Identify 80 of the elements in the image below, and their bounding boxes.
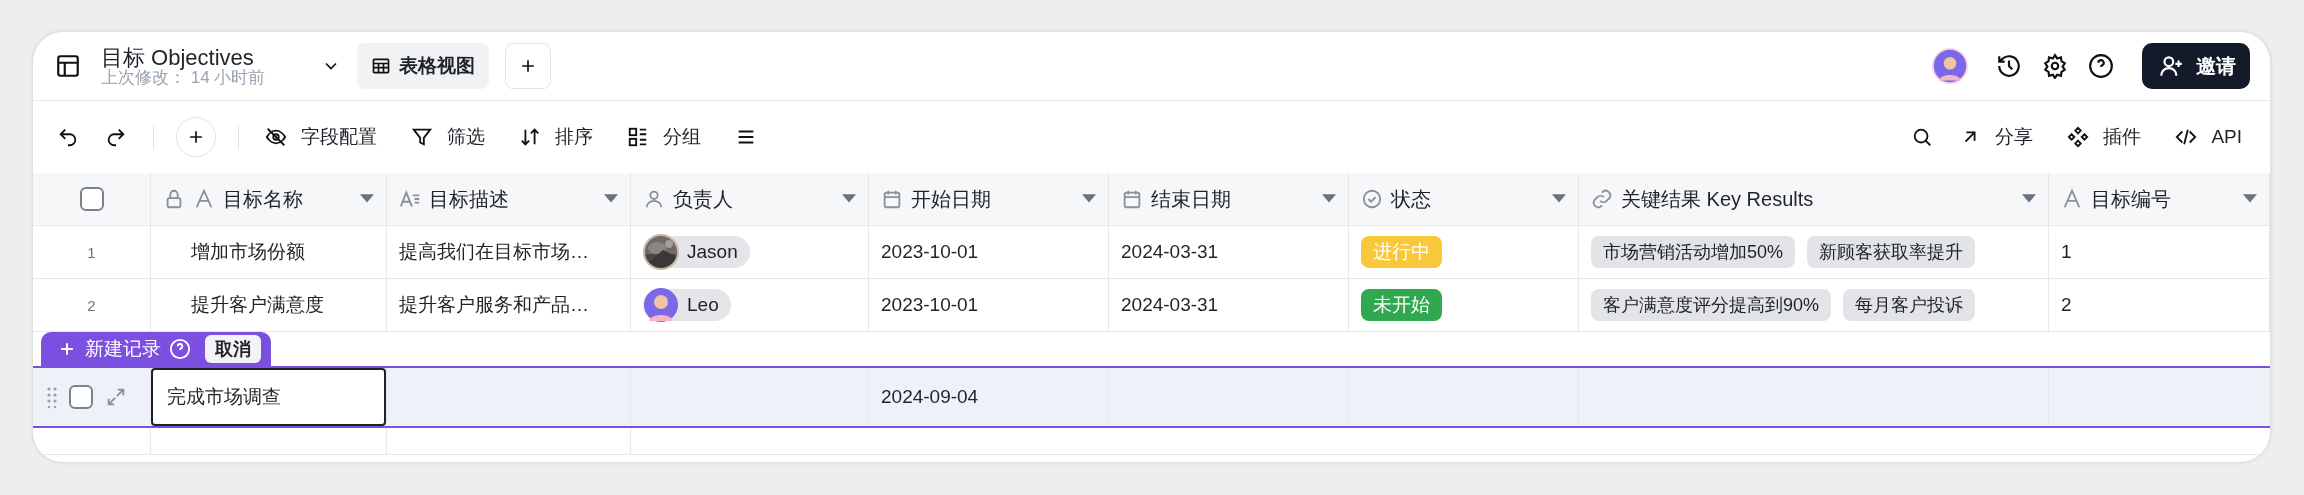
column-header[interactable]: 目标描述 (387, 173, 631, 225)
table-cell-text: 提升客户满意度 (191, 293, 324, 317)
table-cell: 2023-10-01 (881, 294, 979, 316)
column-header[interactable]: 目标编号 (2049, 173, 2270, 225)
table-cell: 2024-09-04 (881, 386, 979, 408)
caret-icon[interactable] (1322, 194, 1336, 204)
cancel-button[interactable]: 取消 (205, 335, 261, 363)
letter-a-icon (2061, 188, 2083, 210)
undo-icon[interactable] (57, 126, 79, 148)
table-cell: 1 (2061, 241, 2072, 263)
column-header[interactable]: 开始日期 (869, 173, 1109, 225)
history-icon[interactable] (1996, 53, 2022, 79)
person-icon (643, 188, 665, 210)
avatar-icon[interactable] (1932, 48, 1968, 84)
add-view-button[interactable] (505, 43, 552, 89)
key-result-tag: 每月客户投诉 (1843, 289, 1976, 321)
table-cell-text: 增加市场份额 (191, 240, 305, 264)
owner-chip: Leo (643, 289, 731, 321)
column-header[interactable]: 状态 (1349, 173, 1579, 225)
caret-icon[interactable] (1552, 194, 1566, 204)
toolbar-button[interactable]: 分组 (627, 124, 701, 150)
column-header[interactable]: 关键结果 Key Results (1579, 173, 2049, 225)
settings-icon[interactable] (2042, 53, 2068, 79)
base-title: 目标 Objectives (101, 45, 254, 69)
toolbar-button[interactable]: 分享 (1959, 124, 2034, 150)
owner-chip: Jason (643, 236, 750, 268)
select-all-checkbox[interactable] (79, 187, 104, 211)
row-checkbox[interactable] (69, 385, 93, 409)
table-cell: 2 (2061, 294, 2072, 316)
column-header[interactable]: 结束日期 (1109, 173, 1349, 225)
toolbar-button[interactable]: 字段配置 (265, 124, 377, 150)
calendar-icon (1121, 188, 1143, 210)
view-tab[interactable]: 表格视图 (357, 43, 490, 89)
key-result-tag: 市场营销活动增加50% (1591, 236, 1796, 268)
invite-button[interactable]: 邀请 (2142, 43, 2250, 89)
link-icon (1591, 188, 1613, 210)
table-cell: 2024-03-31 (1121, 294, 1219, 316)
check-circle-icon (1361, 188, 1383, 210)
name-input-field[interactable]: 完成市场调查 (151, 368, 386, 426)
sort-arrows-icon (519, 126, 541, 148)
key-result-tag: 客户满意度评分提高到90% (1591, 289, 1832, 321)
diamonds-icon (2067, 126, 2090, 148)
caret-icon[interactable] (604, 194, 618, 204)
text-lines-icon (399, 188, 421, 210)
calendar-icon (881, 188, 903, 210)
caret-icon[interactable] (2243, 194, 2257, 204)
table-cell: 2023-10-01 (881, 241, 979, 263)
search-icon[interactable] (1911, 126, 1934, 148)
avatar-icon (643, 287, 679, 323)
toolbar-button[interactable]: 排序 (519, 124, 593, 150)
help-icon[interactable] (2088, 53, 2114, 79)
filter-icon (411, 126, 433, 148)
table-cell-text: 提高我们在目标市场… (399, 240, 589, 264)
row-number: 2 (87, 296, 96, 314)
caret-icon[interactable] (1082, 194, 1096, 204)
toolbar-button[interactable]: 插件 (2067, 124, 2142, 150)
redo-icon[interactable] (105, 126, 127, 148)
group-list-icon (627, 126, 649, 148)
toolbar-button[interactable]: API (2175, 126, 2242, 148)
row-number: 1 (87, 243, 96, 261)
column-header[interactable]: 目标名称 (151, 173, 387, 225)
caret-icon[interactable] (360, 194, 374, 204)
status-tag: 进行中 (1361, 236, 1442, 268)
key-result-tag: 新顾客获取率提升 (1807, 236, 1976, 268)
letter-a-icon (193, 188, 215, 210)
table-cell-text: 提升客户服务和产品… (399, 293, 589, 317)
hidden-eye-icon (265, 126, 287, 148)
caret-icon[interactable] (842, 194, 856, 204)
expand-icon[interactable] (105, 386, 127, 408)
toolbar-button[interactable]: 筛选 (411, 124, 485, 150)
table-icon (55, 53, 81, 79)
new-record-label: 新建记录 (85, 337, 161, 361)
column-header[interactable]: 负责人 (631, 173, 869, 225)
status-tag: 未开始 (1361, 289, 1442, 321)
table-cell: 2024-03-31 (1121, 241, 1219, 263)
caret-icon[interactable] (2022, 194, 2036, 204)
grid-icon (371, 56, 392, 76)
drag-handle-icon[interactable] (47, 385, 57, 409)
add-user-icon (2158, 53, 2184, 79)
add-record-button[interactable] (176, 117, 216, 157)
